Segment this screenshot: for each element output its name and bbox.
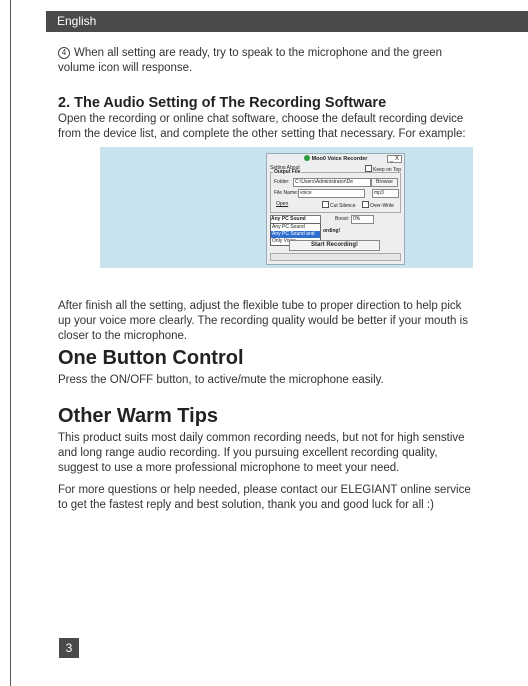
folder-field: C:\Users\Administrator\De	[293, 178, 371, 187]
app-logo-icon	[303, 155, 310, 161]
output-file-label: Output File	[273, 169, 302, 175]
recorder-window: Moo0 Voice Recorder _ X Setting About Ke…	[266, 153, 405, 265]
one-button-heading: One Button Control	[58, 347, 244, 369]
manual-page-content: 4 When all setting are ready, try to spea…	[46, 34, 528, 686]
checkbox-icon	[365, 165, 372, 172]
step-4-line-1: When all setting are ready, try to speak…	[74, 47, 442, 59]
over-write-option: Over-Write	[362, 201, 394, 209]
after-setting-line-3: closer to the microphone.	[58, 330, 188, 342]
after-setting-line-1: After finish all the setting, adjust the…	[58, 300, 462, 312]
after-setting-line-2: up your voice more clearly. The recordin…	[58, 315, 468, 327]
step-4-line-2: volume icon will response.	[58, 62, 193, 74]
start-recording-button: Start Recording!	[289, 240, 380, 251]
browse-button: Browse	[371, 178, 398, 187]
one-button-text: Press the ON/OFF button, to active/mute …	[58, 374, 384, 386]
over-write-label: Over-Write	[370, 203, 395, 209]
warm-tips-p2-line-2: to get the fastest reply and best soluti…	[58, 499, 434, 511]
cut-silence-option: Cut Silence	[322, 201, 356, 209]
language-label: English	[57, 14, 97, 28]
source-option-selected: Any PC Sound and Voice	[271, 231, 320, 244]
recorder-title: Moo0 Voice Recorder	[311, 156, 368, 162]
source-option: Any PC Sound	[272, 224, 305, 230]
file-name-label: File Name:	[274, 190, 299, 196]
open-link: Open	[276, 201, 289, 207]
language-header-bar: English	[46, 11, 528, 32]
left-margin-rule	[10, 0, 11, 686]
warm-tips-p1-line-3: suggest to use a more professional micro…	[58, 462, 400, 474]
file-name-field: voice	[298, 189, 365, 198]
warm-tips-p1-line-2: and long range audio recording. If you p…	[58, 447, 438, 459]
page-number: 3	[59, 638, 79, 658]
warm-tips-p2-line-1: For more questions or help needed, pleas…	[58, 484, 471, 496]
step-number-badge: 4	[58, 47, 70, 59]
section-2-line-2: from the device list, and complete the o…	[58, 128, 466, 140]
section-2-heading: 2. The Audio Setting of The Recording So…	[58, 95, 387, 111]
window-controls: _ X	[386, 155, 402, 163]
recording-status-text: ording!	[323, 228, 341, 234]
recorder-title-bar: Moo0 Voice Recorder	[267, 155, 404, 162]
format-select: mp3	[372, 189, 399, 198]
cut-silence-label: Cut Silence	[330, 203, 356, 209]
output-file-group: Output File Folder: C:\Users\Administrat…	[270, 169, 401, 213]
warm-tips-p1-line-1: This product suits most daily common rec…	[58, 432, 465, 444]
folder-label: Folder:	[274, 179, 290, 185]
step-4-text: 4 When all setting are ready, try to spea…	[58, 46, 442, 61]
boost-select: 0%	[351, 215, 374, 224]
checkbox-icon	[362, 201, 369, 208]
warm-tips-heading: Other Warm Tips	[58, 405, 219, 427]
boost-label: Boost:	[335, 216, 350, 222]
recorder-screenshot-figure: Moo0 Voice Recorder _ X Setting About Ke…	[100, 147, 473, 268]
section-2-line-1: Open the recording or online chat softwa…	[58, 113, 464, 125]
volume-level-bar	[270, 253, 401, 261]
checkbox-icon	[322, 201, 329, 208]
